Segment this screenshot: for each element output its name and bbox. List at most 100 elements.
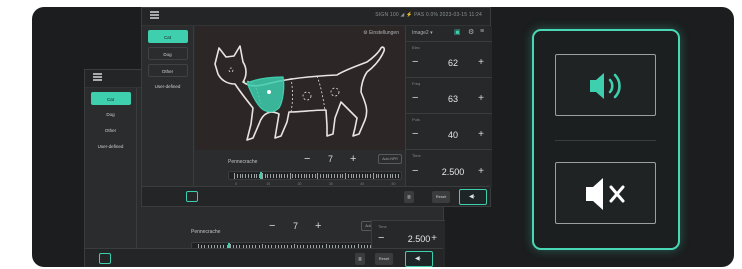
- row-plus-button[interactable]: +: [478, 93, 484, 104]
- slider-tick: [264, 174, 266, 178]
- slider-minus-button[interactable]: −: [269, 220, 275, 232]
- slider-tick: [278, 174, 280, 178]
- sound-toggle-button[interactable]: ◀·: [405, 251, 433, 267]
- region-belly: [302, 91, 312, 101]
- region-loin: [316, 75, 326, 111]
- cat-body-map[interactable]: [195, 26, 405, 150]
- slider-tick: [284, 174, 286, 178]
- slider-tick: [253, 174, 255, 178]
- row-minus-button[interactable]: −: [412, 57, 418, 68]
- menu-icon[interactable]: [93, 73, 102, 81]
- speaker-on-icon: [590, 73, 621, 99]
- row-value: 2.500: [441, 167, 465, 177]
- sound-mute-button[interactable]: [555, 162, 656, 224]
- profile-dropdown[interactable]: Image2 ▾: [412, 30, 433, 36]
- slider-tick: [328, 174, 330, 178]
- row-label: Elec: [412, 45, 420, 50]
- sidebar-item-user-defined[interactable]: User-defined: [148, 81, 188, 93]
- slider-tick: [311, 174, 313, 178]
- slider-value: 7: [328, 154, 334, 164]
- sidebar-item-cat[interactable]: Cat: [90, 92, 131, 105]
- slider-tick: [395, 174, 397, 178]
- slider-tick: [236, 174, 238, 178]
- row-label: Puls: [412, 117, 420, 122]
- row-label: Time: [378, 224, 387, 229]
- slider-tick: [248, 174, 250, 178]
- slider-tick: [320, 174, 322, 178]
- region-head: [228, 67, 234, 73]
- slider-tick: [331, 174, 333, 178]
- speaker-mute-icon: [586, 178, 625, 210]
- row-plus-button[interactable]: +: [478, 166, 484, 177]
- auto-button[interactable]: Auto NPR: [378, 154, 402, 164]
- row-minus-button[interactable]: −: [412, 166, 418, 177]
- slider-tick: [306, 174, 308, 178]
- slider-plus-button[interactable]: +: [350, 153, 356, 165]
- slider-value: 7: [293, 221, 299, 231]
- slider-tick: [295, 174, 297, 178]
- front-sidebar: Cat Dog Other User-defined: [142, 26, 194, 206]
- front-bottombar: ▥ Reset ◀·: [142, 186, 490, 206]
- menu-icon[interactable]: [150, 11, 159, 19]
- slider-tick: [389, 174, 391, 178]
- grid-button[interactable]: ▥: [355, 253, 365, 265]
- row-plus-button[interactable]: +: [431, 233, 437, 244]
- slider-tick: [256, 174, 258, 178]
- sidebar-item-other[interactable]: Other: [91, 125, 131, 137]
- sidebar-item-user-defined[interactable]: User-defined: [91, 141, 131, 153]
- slider-tick: [322, 174, 324, 178]
- preset-button[interactable]: Reset: [432, 191, 450, 203]
- grid-button[interactable]: ▥: [404, 191, 414, 203]
- sound-on-button[interactable]: [555, 54, 656, 116]
- param-row-time: Time − 2.500 +: [372, 220, 445, 250]
- slider-tick: [234, 173, 236, 179]
- slider-tick: [309, 174, 311, 178]
- sound-toggle-button[interactable]: ◀·: [459, 189, 487, 205]
- front-slider-track[interactable]: [228, 171, 402, 180]
- slider-tick: [325, 174, 327, 178]
- speaker-icon: ◀·: [469, 194, 476, 200]
- sidebar-item-dog[interactable]: Dog: [147, 47, 188, 60]
- slider-tick: [336, 174, 338, 178]
- speaker-icon: ◀·: [415, 256, 422, 262]
- copy-icon[interactable]: ▣: [454, 28, 461, 36]
- slider-thumb[interactable]: [259, 172, 262, 179]
- row-value: 62: [447, 58, 458, 68]
- list-icon[interactable]: ≡: [480, 28, 484, 35]
- slider-tick: [339, 174, 341, 178]
- preview-card: Cat Dog Other User-defined Pennecrache −…: [32, 7, 734, 267]
- gear-icon[interactable]: ⚙: [468, 28, 474, 36]
- slider-tick: [270, 174, 272, 178]
- anatomy-canvas: ⚙ Einstellungen: [195, 26, 405, 150]
- param-row: Freq − 63 +: [406, 77, 492, 113]
- panel-divider: [555, 140, 656, 141]
- row-label: Time: [412, 153, 421, 158]
- slider-tick: [383, 174, 385, 178]
- slider-title: Pennecrache: [228, 159, 258, 165]
- sidebar-item-cat[interactable]: Cat: [147, 30, 188, 43]
- row-plus-button[interactable]: +: [478, 57, 484, 68]
- slider-tick: [300, 174, 302, 178]
- slider-tick: [297, 174, 299, 178]
- slider-tick: [342, 174, 344, 178]
- row-label: Freq: [412, 81, 421, 86]
- selected-point: [267, 90, 271, 94]
- sidebar-item-other[interactable]: Other: [147, 64, 188, 77]
- slider-tick: [370, 174, 372, 178]
- row-plus-button[interactable]: +: [478, 129, 484, 140]
- slider-tick: [381, 174, 383, 178]
- front-window: SIGN 100 ◢ ⚡ PAS 0.0% 2023-03-15 11:24 C…: [141, 7, 492, 207]
- image-icon[interactable]: [99, 253, 111, 264]
- sidebar-item-dog[interactable]: Dog: [91, 109, 131, 121]
- image-icon[interactable]: [186, 191, 198, 202]
- row-minus-button[interactable]: −: [412, 129, 418, 140]
- slider-tick: [353, 174, 355, 178]
- row-minus-button[interactable]: −: [378, 233, 384, 244]
- slider-minus-button[interactable]: −: [304, 153, 310, 165]
- slider-tick: [281, 174, 283, 178]
- slider-plus-button[interactable]: +: [315, 220, 321, 232]
- row-minus-button[interactable]: −: [412, 93, 418, 104]
- preset-button[interactable]: Reset: [375, 253, 393, 265]
- back-sidebar: Cat Dog Other User-defined: [85, 88, 137, 267]
- slider-tick: [397, 174, 399, 178]
